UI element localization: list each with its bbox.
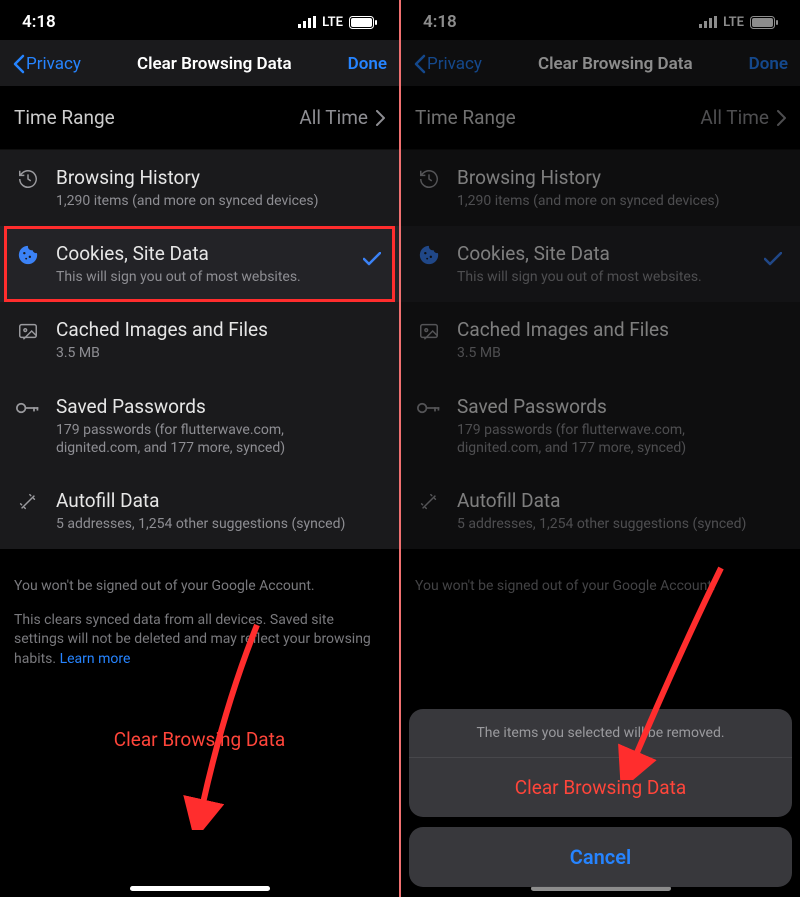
annotation-arrow — [611, 560, 741, 780]
item-subtitle: 3.5 MB — [56, 344, 366, 362]
history-icon — [14, 166, 42, 190]
network-label: LTE — [322, 15, 343, 30]
item-subtitle: 1,290 items (and more on synced devices) — [457, 192, 767, 210]
time-range-value: All Time — [299, 106, 368, 129]
nav-title: Clear Browsing Data — [538, 54, 693, 74]
item-subtitle: 5 addresses, 1,254 other suggestions (sy… — [457, 515, 767, 533]
item-autofill[interactable]: Autofill Data 5 addresses, 1,254 other s… — [0, 473, 399, 549]
signal-icon — [699, 16, 717, 28]
item-subtitle: 179 passwords (for flutterwave.com, dign… — [56, 421, 366, 457]
image-icon — [14, 318, 42, 342]
wand-icon — [14, 489, 42, 513]
item-cache[interactable]: Cached Images and Files 3.5 MB — [401, 302, 800, 378]
item-cache[interactable]: Cached Images and Files 3.5 MB — [0, 302, 399, 378]
back-button[interactable]: Privacy — [12, 54, 81, 74]
item-cookies[interactable]: Cookies, Site Data This will sign you ou… — [401, 226, 800, 302]
item-title: Saved Passwords — [457, 395, 786, 418]
nav-title: Clear Browsing Data — [137, 54, 292, 74]
status-time: 4:18 — [423, 12, 457, 32]
data-type-list: Browsing History 1,290 items (and more o… — [401, 150, 800, 549]
time-range-row[interactable]: Time Range All Time — [401, 86, 800, 150]
item-title: Cookies, Site Data — [56, 242, 385, 265]
item-title: Cached Images and Files — [56, 318, 385, 341]
back-label: Privacy — [26, 54, 81, 74]
screenshot-right: 4:18 LTE Privacy Clear Browsing Data Don… — [401, 0, 800, 897]
back-button[interactable]: Privacy — [413, 54, 482, 74]
item-subtitle: 5 addresses, 1,254 other suggestions (sy… — [56, 515, 366, 533]
chevron-right-icon — [376, 110, 385, 126]
annotation-arrow — [175, 615, 295, 830]
footer-line-1: You won't be signed out of your Google A… — [14, 577, 385, 597]
navbar: Privacy Clear Browsing Data Done — [401, 40, 800, 86]
time-range-label: Time Range — [14, 106, 115, 129]
item-title: Autofill Data — [457, 489, 786, 512]
item-browsing-history[interactable]: Browsing History 1,290 items (and more o… — [401, 150, 800, 226]
item-title: Cached Images and Files — [457, 318, 786, 341]
network-label: LTE — [723, 15, 744, 30]
chevron-left-icon — [12, 54, 26, 74]
item-passwords[interactable]: Saved Passwords 179 passwords (for flutt… — [401, 379, 800, 473]
cookie-icon — [415, 242, 443, 266]
item-autofill[interactable]: Autofill Data 5 addresses, 1,254 other s… — [401, 473, 800, 549]
item-cookies[interactable]: Cookies, Site Data This will sign you ou… — [0, 226, 399, 302]
time-range-value: All Time — [700, 106, 769, 129]
done-button[interactable]: Done — [749, 54, 788, 74]
navbar: Privacy Clear Browsing Data Done — [0, 40, 399, 86]
status-time: 4:18 — [22, 12, 56, 32]
done-button[interactable]: Done — [348, 54, 387, 74]
wand-icon — [415, 489, 443, 513]
chevron-left-icon — [413, 54, 427, 74]
back-label: Privacy — [427, 54, 482, 74]
checkmark-icon — [764, 252, 782, 266]
checkmark-icon — [363, 252, 381, 266]
item-title: Cookies, Site Data — [457, 242, 786, 265]
item-subtitle: This will sign you out of most websites. — [457, 268, 767, 286]
home-indicator — [130, 886, 270, 891]
learn-more-link[interactable]: Learn more — [60, 651, 131, 667]
key-icon — [415, 395, 443, 419]
item-subtitle: 179 passwords (for flutterwave.com, dign… — [457, 421, 767, 457]
battery-icon — [750, 16, 778, 29]
time-range-label: Time Range — [415, 106, 516, 129]
item-title: Saved Passwords — [56, 395, 385, 418]
image-icon — [415, 318, 443, 342]
status-bar: 4:18 LTE — [0, 0, 399, 40]
cancel-button[interactable]: Cancel — [409, 827, 792, 887]
status-bar: 4:18 LTE — [401, 0, 800, 40]
time-range-row[interactable]: Time Range All Time — [0, 86, 399, 150]
history-icon — [415, 166, 443, 190]
cookie-icon — [14, 242, 42, 266]
item-subtitle: 1,290 items (and more on synced devices) — [56, 192, 366, 210]
battery-icon — [349, 16, 377, 29]
item-passwords[interactable]: Saved Passwords 179 passwords (for flutt… — [0, 379, 399, 473]
chevron-right-icon — [777, 110, 786, 126]
item-browsing-history[interactable]: Browsing History 1,290 items (and more o… — [0, 150, 399, 226]
item-title: Browsing History — [56, 166, 385, 189]
item-title: Browsing History — [457, 166, 786, 189]
data-type-list: Browsing History 1,290 items (and more o… — [0, 150, 399, 549]
item-subtitle: 3.5 MB — [457, 344, 767, 362]
signal-icon — [298, 16, 316, 28]
screenshot-left: 4:18 LTE Privacy Clear Browsing Data Don… — [0, 0, 399, 897]
item-subtitle: This will sign you out of most websites. — [56, 268, 366, 286]
key-icon — [14, 395, 42, 419]
item-title: Autofill Data — [56, 489, 385, 512]
